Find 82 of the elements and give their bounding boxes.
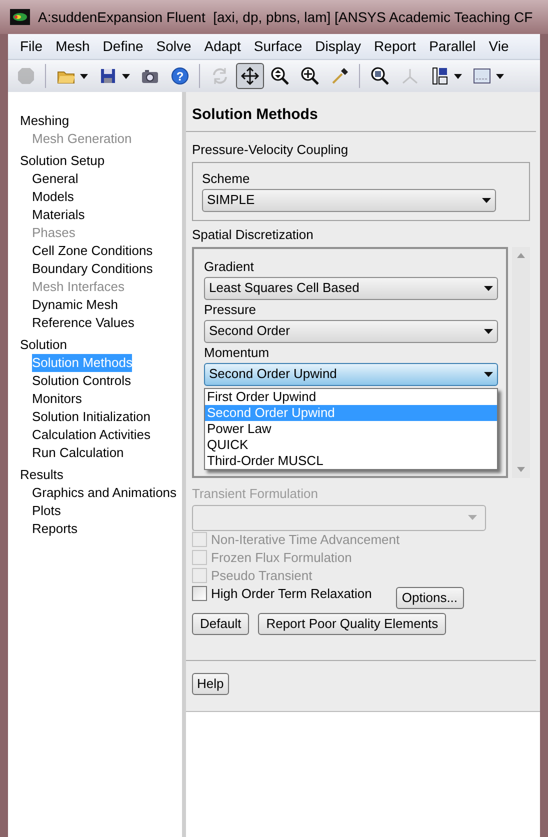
caret-icon — [496, 74, 504, 78]
tree-section[interactable]: Meshing — [20, 112, 70, 130]
dropdown[interactable]: Second Order — [204, 320, 498, 342]
scroll-down-icon[interactable] — [517, 466, 525, 472]
panel-title: Solution Methods — [186, 92, 536, 132]
toolbar-button[interactable]: ? — [166, 63, 194, 89]
floppy-icon — [98, 66, 118, 86]
field-label: Scheme — [202, 170, 251, 186]
help-button[interactable]: Help — [192, 672, 229, 694]
caret-icon — [80, 74, 88, 78]
field-label: Pressure-Velocity Coupling — [192, 142, 350, 158]
scroll-up-icon[interactable] — [517, 252, 525, 258]
caret-icon — [122, 74, 130, 78]
menu-item[interactable]: Display — [309, 36, 368, 57]
checkbox-label: Frozen Flux Formulation — [211, 548, 352, 567]
window-icon — [472, 66, 492, 86]
field-label: Pressure — [204, 302, 258, 318]
rotate-icon — [210, 66, 230, 86]
menu-item[interactable]: Mesh — [50, 36, 96, 57]
dialog-button[interactable]: Default — [192, 612, 250, 634]
scrollbar[interactable] — [512, 246, 530, 478]
help-icon: ? — [170, 66, 190, 86]
dropdown[interactable]: SIMPLE — [202, 188, 496, 212]
field-label: Gradient — [204, 258, 255, 274]
tree-item[interactable]: Reports — [32, 520, 78, 538]
app-logo-icon — [10, 9, 30, 25]
tree-item[interactable]: Plots — [32, 502, 61, 520]
menu-item[interactable]: Define — [96, 36, 150, 57]
dropdown-option[interactable]: Third-Order MUSCL — [205, 452, 497, 468]
field-label: Momentum — [204, 344, 270, 360]
dropper-icon — [330, 66, 350, 86]
menu-item[interactable]: Surface — [248, 36, 308, 57]
field-label: Transient Formulation — [192, 486, 319, 502]
dialog-button[interactable]: Report Poor Quality Elements — [258, 612, 446, 634]
tree-section[interactable]: Solution — [20, 336, 67, 354]
stop-icon — [16, 66, 36, 86]
zoom-icon — [270, 66, 290, 86]
checkbox-label: High Order Term Relaxation — [211, 584, 372, 603]
tree-item[interactable]: Monitors — [32, 390, 82, 408]
checkbox-label: Pseudo Transient — [211, 566, 312, 585]
tree-item[interactable]: General — [32, 170, 78, 188]
menu-item[interactable]: Vie — [482, 36, 515, 57]
checkbox[interactable] — [192, 586, 207, 601]
dropdown-option[interactable]: Power Law — [205, 420, 497, 436]
menu-item[interactable]: Adapt — [198, 36, 247, 57]
caret-icon — [484, 328, 493, 334]
tree-item[interactable]: Dynamic Mesh — [32, 296, 118, 314]
caret-icon — [484, 286, 493, 290]
toolbar-button[interactable] — [236, 63, 264, 89]
tree-item[interactable]: Materials — [32, 206, 85, 224]
field-label: Spatial Discretization — [192, 226, 314, 242]
tree-item[interactable]: Cell Zone Conditions — [32, 242, 153, 260]
tree-item[interactable]: Graphics and Animations — [32, 484, 177, 502]
dropdown-option[interactable]: First Order Upwind — [205, 388, 497, 404]
zoom-fit-icon — [370, 66, 390, 86]
dropdown[interactable]: Second Order Upwind — [204, 362, 498, 386]
tree-item[interactable]: Run Calculation — [32, 444, 124, 462]
checkbox-label: Non-Iterative Time Advancement — [211, 530, 400, 549]
menu-item[interactable]: Parallel — [423, 36, 482, 57]
tree-item[interactable]: Solution Initialization — [32, 408, 151, 426]
layout-icon — [430, 66, 450, 86]
options-button[interactable]: Options... — [396, 586, 464, 608]
caret-icon — [482, 198, 491, 202]
caret-icon — [454, 74, 462, 78]
dropdown-option[interactable]: QUICK — [205, 436, 497, 452]
tree-item[interactable]: Reference Values — [32, 314, 134, 332]
menu-item[interactable]: Report — [368, 36, 422, 57]
tree-item[interactable]: Models — [32, 188, 74, 206]
dropdown[interactable]: Least Squares Cell Based — [204, 276, 498, 300]
caret-icon — [484, 372, 493, 376]
tree-item[interactable]: Solution Controls — [32, 372, 131, 390]
tree-item[interactable]: Calculation Activities — [32, 426, 150, 444]
tree-item[interactable]: Boundary Conditions — [32, 260, 153, 278]
caret-icon — [468, 515, 477, 520]
window-title: A:suddenExpansion Fluent [axi, dp, pbns, lam] [ANSYS Academic Teaching CF — [38, 8, 533, 27]
zoom-in-icon — [300, 66, 320, 86]
axes-icon — [400, 66, 420, 86]
move-icon — [240, 66, 260, 86]
menu-item[interactable]: Solve — [150, 36, 198, 57]
menu-item[interactable]: File — [14, 36, 49, 57]
tree-section[interactable]: Solution Setup — [20, 152, 105, 170]
tree-section[interactable]: Results — [20, 466, 64, 484]
